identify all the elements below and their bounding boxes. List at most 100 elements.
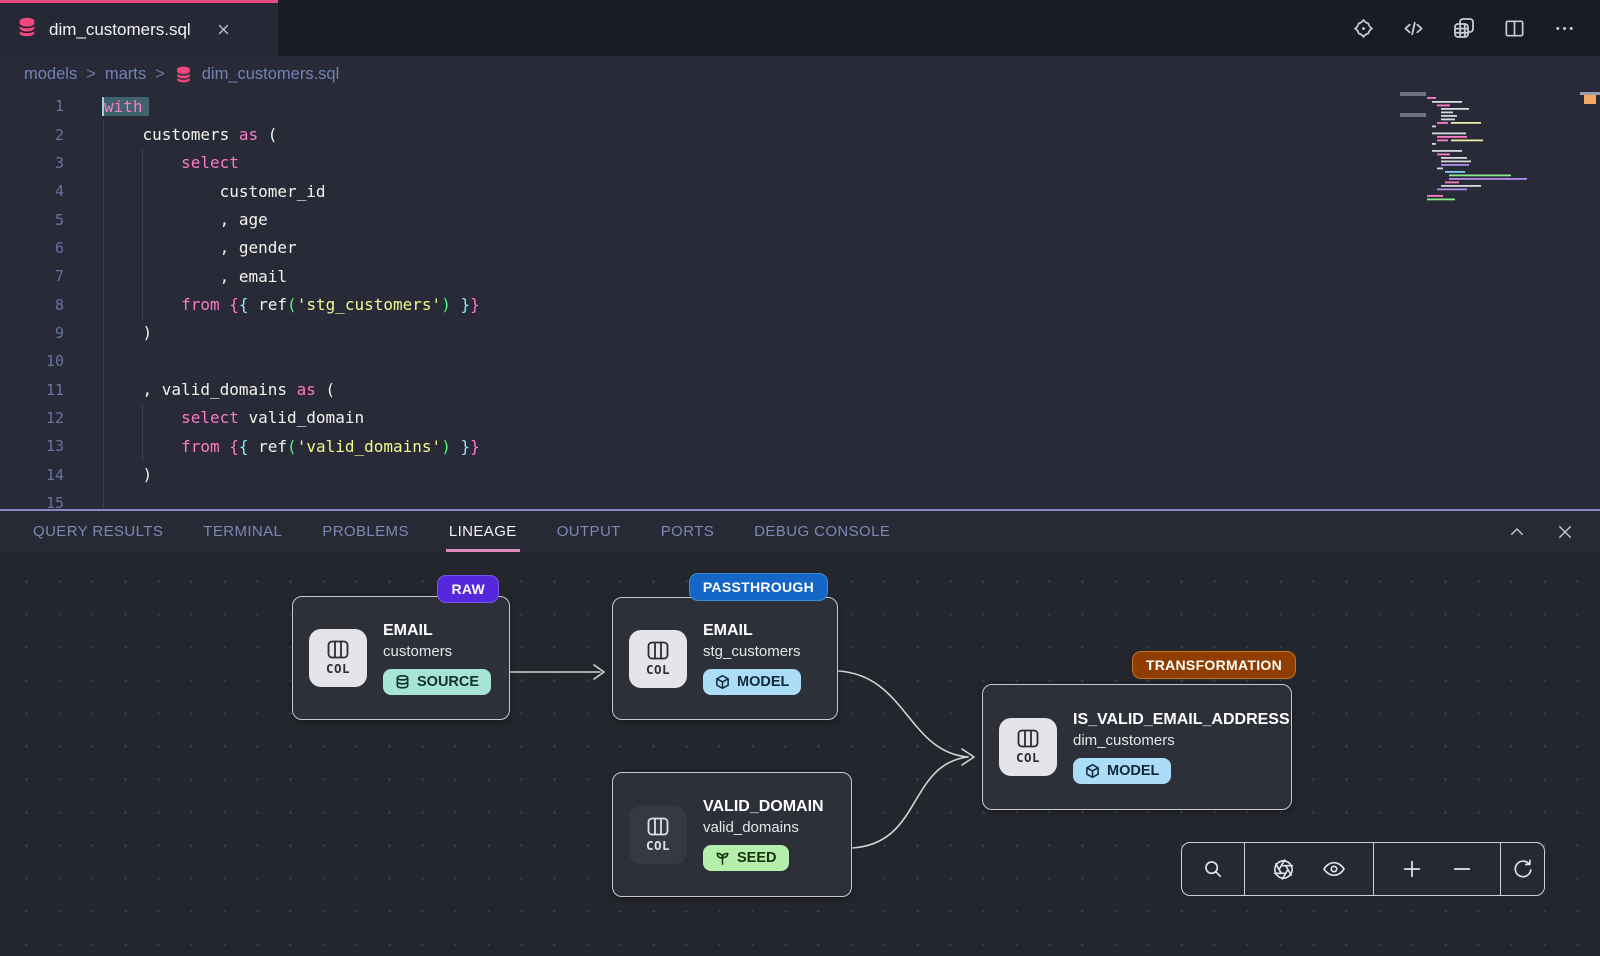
code-line: 2 customers as (: [0, 120, 1600, 148]
breadcrumb-item-models[interactable]: models: [24, 65, 77, 84]
table-name: dim_customers: [1073, 732, 1175, 749]
chevron-up-icon[interactable]: [1508, 523, 1526, 541]
columns-icon: [327, 640, 349, 659]
breadcrumb-separator: >: [155, 65, 165, 84]
code-line: 8 from {{ ref('stg_customers') }}: [0, 290, 1600, 318]
table-name: valid_domains: [703, 819, 799, 836]
tab-lineage[interactable]: LINEAGE: [449, 511, 517, 552]
line-number: 4: [0, 182, 64, 200]
cube-icon: [715, 674, 730, 690]
table-name: customers: [383, 643, 452, 660]
code-line: 12 select valid_domain: [0, 404, 1600, 432]
code-line: 9 ): [0, 319, 1600, 347]
tab-debug-console[interactable]: DEBUG CONSOLE: [754, 511, 890, 552]
code-line: 4 customer_id: [0, 177, 1600, 205]
database-icon: [16, 16, 38, 43]
cube-icon: [1085, 763, 1100, 779]
column-chip: COL: [999, 718, 1057, 776]
search-icon[interactable]: [1202, 858, 1224, 880]
zoom-in-icon[interactable]: [1401, 858, 1423, 880]
tab-ports[interactable]: PORTS: [661, 511, 714, 552]
transformation-badge: TRANSFORMATION: [1132, 651, 1296, 679]
close-panel-icon[interactable]: [1556, 523, 1574, 541]
line-number: 11: [0, 381, 64, 399]
minimap[interactable]: [1427, 94, 1545, 294]
column-chip: COL: [309, 629, 367, 687]
tab-close-icon[interactable]: [216, 22, 231, 37]
tab-query-results[interactable]: QUERY RESULTS: [33, 511, 163, 552]
tab-output[interactable]: OUTPUT: [557, 511, 621, 552]
breadcrumb-item-marts[interactable]: marts: [105, 65, 146, 84]
tab-title: dim_customers.sql: [49, 20, 191, 40]
columns-icon: [647, 817, 669, 836]
column-name: EMAIL: [383, 622, 433, 640]
database-icon: [395, 674, 410, 690]
editor-tab[interactable]: dim_customers.sql: [0, 0, 278, 56]
code-line: 5 , age: [0, 205, 1600, 233]
lineage-node-dim-customers[interactable]: TRANSFORMATION COL IS_VALID_EMAIL_ADDRES…: [982, 684, 1292, 810]
line-number: 8: [0, 296, 64, 314]
indent-guide: [142, 404, 143, 461]
code-line: 6 , gender: [0, 234, 1600, 262]
code-line: 14 ): [0, 460, 1600, 488]
breadcrumb-file[interactable]: dim_customers.sql: [202, 65, 340, 84]
table-name: stg_customers: [703, 643, 801, 660]
resource-pill-model: MODEL: [1073, 758, 1171, 784]
more-icon[interactable]: [1553, 17, 1576, 40]
line-number: 15: [0, 494, 64, 509]
find-match-marker: [1584, 95, 1596, 104]
tab-terminal[interactable]: TERMINAL: [203, 511, 282, 552]
split-editor-icon[interactable]: [1503, 17, 1526, 40]
line-number: 7: [0, 267, 64, 285]
line-number: 1: [0, 97, 64, 115]
code-line: 10: [0, 347, 1600, 375]
edge-valid-domains-to-dim: [852, 757, 968, 848]
line-number: 14: [0, 466, 64, 484]
line-number: 12: [0, 409, 64, 427]
column-name: IS_VALID_EMAIL_ADDRESS: [1073, 711, 1290, 729]
line-number: 13: [0, 437, 64, 455]
line-number: 5: [0, 211, 64, 229]
resource-pill-model: MODEL: [703, 669, 801, 695]
column-chip: COL: [629, 630, 687, 688]
seedling-icon: [715, 850, 730, 866]
database-icon: [174, 65, 193, 84]
zoom-out-icon[interactable]: [1451, 858, 1473, 880]
code-icon[interactable]: [1402, 17, 1425, 40]
lineage-toolbar: [1181, 842, 1545, 896]
refresh-icon[interactable]: [1512, 858, 1534, 880]
lineage-canvas[interactable]: RAW COL EMAIL customers SOURCE PASSTHROU…: [0, 552, 1600, 956]
line-number: 10: [0, 352, 64, 370]
code-line: 7 , email: [0, 262, 1600, 290]
aperture-icon[interactable]: [1272, 858, 1295, 881]
indent-guide: [142, 149, 143, 319]
column-chip: COL: [629, 806, 687, 864]
dbt-logo-icon[interactable]: [1352, 17, 1375, 40]
minimap-selection-mark: [1400, 113, 1426, 117]
code-lines: 1with2 customers as (3 select4 customer_…: [0, 92, 1600, 509]
passthrough-badge: PASSTHROUGH: [689, 573, 828, 601]
indent-guide: [103, 120, 104, 509]
tab-bar: dim_customers.sql: [0, 0, 1600, 56]
code-line: 13 from {{ ref('valid_domains') }}: [0, 432, 1600, 460]
tab-problems[interactable]: PROBLEMS: [322, 511, 409, 552]
lineage-node-valid-domains[interactable]: COL VALID_DOMAIN valid_domains SEED: [612, 772, 852, 897]
edge-stg-to-dim: [838, 671, 968, 757]
line-number: 2: [0, 126, 64, 144]
line-number: 6: [0, 239, 64, 257]
eye-icon[interactable]: [1322, 857, 1346, 881]
columns-icon: [647, 641, 669, 660]
code-line: 15: [0, 489, 1600, 509]
minimap-selection-mark: [1400, 92, 1426, 96]
lineage-node-customers[interactable]: RAW COL EMAIL customers SOURCE: [292, 596, 510, 720]
resource-pill-source: SOURCE: [383, 669, 491, 695]
bottom-panel-header: QUERY RESULTS TERMINAL PROBLEMS LINEAGE …: [0, 509, 1600, 552]
line-number: 3: [0, 154, 64, 172]
column-name: VALID_DOMAIN: [703, 798, 824, 816]
lineage-node-stg-customers[interactable]: PASSTHROUGH COL EMAIL stg_customers MODE…: [612, 597, 838, 720]
code-editor[interactable]: 1with2 customers as (3 select4 customer_…: [0, 92, 1600, 509]
raw-badge: RAW: [437, 575, 499, 603]
editor-actions: [1352, 0, 1600, 56]
copy-table-icon[interactable]: [1452, 16, 1476, 40]
resource-pill-seed: SEED: [703, 845, 789, 871]
